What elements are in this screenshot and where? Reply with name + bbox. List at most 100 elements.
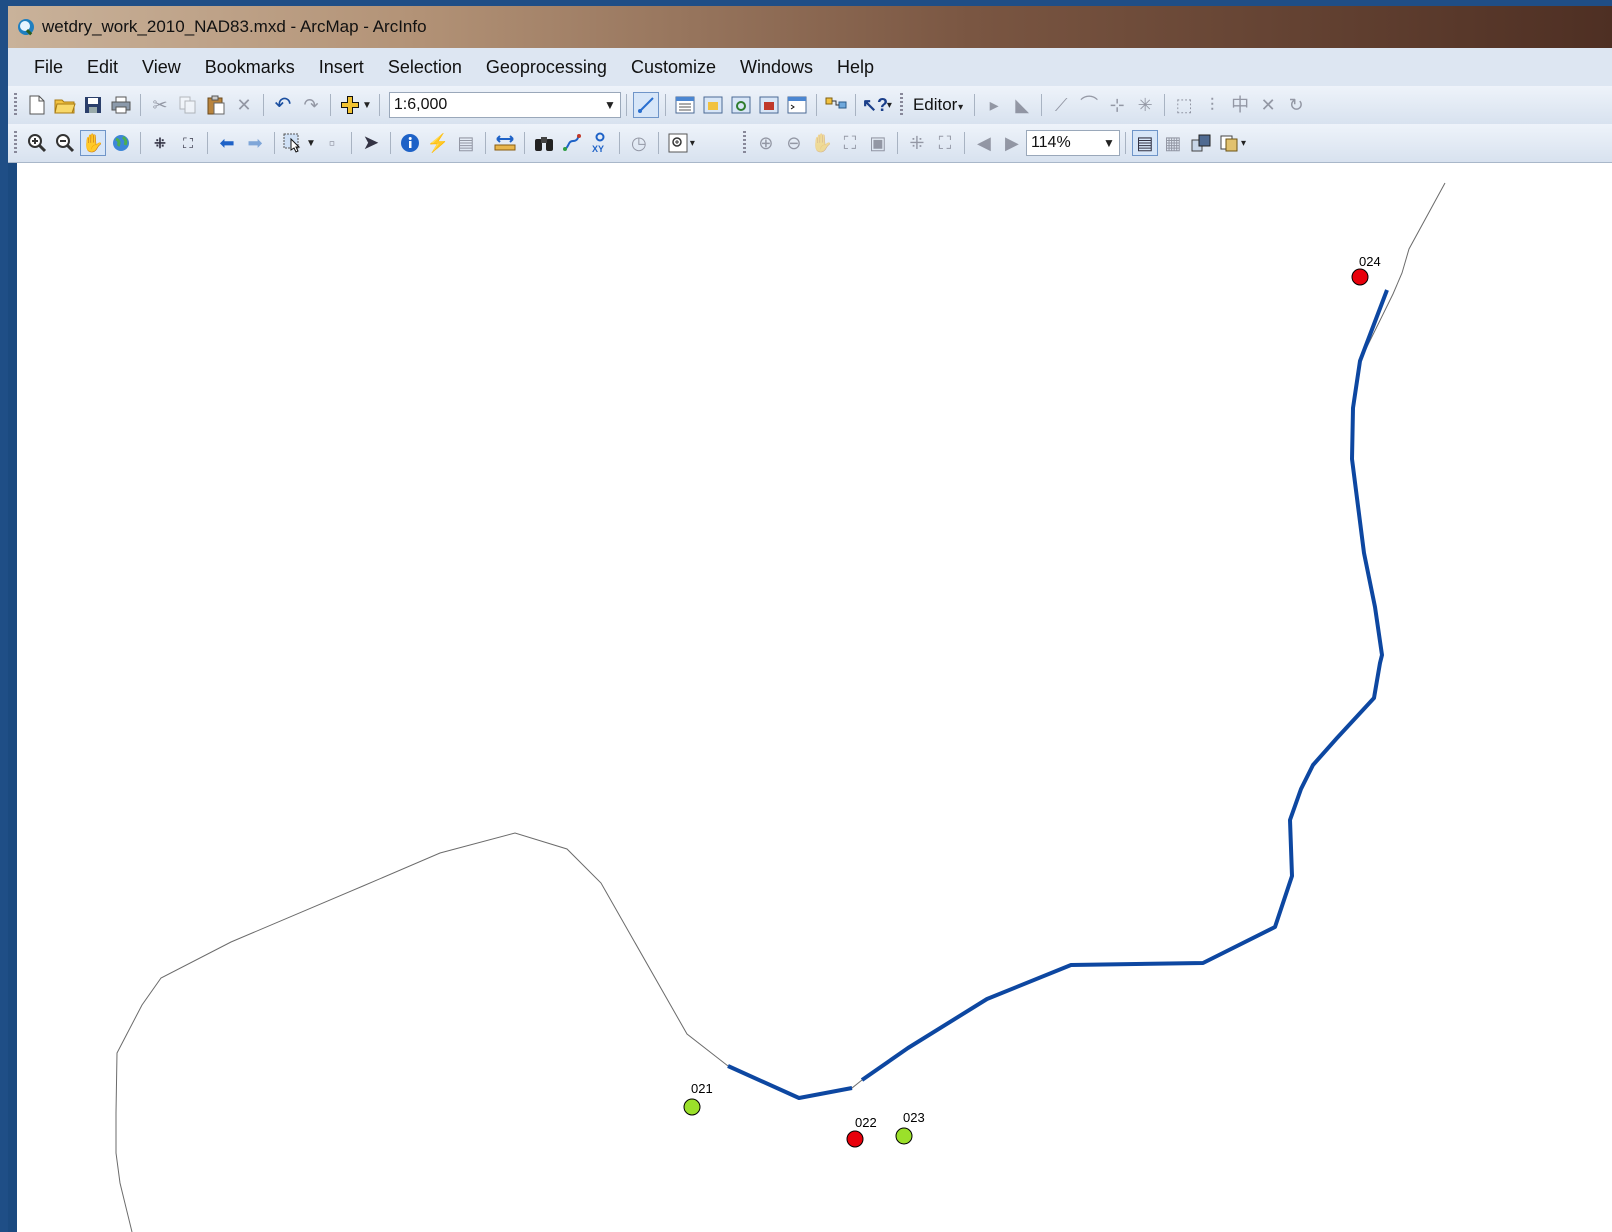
python-window-icon[interactable] xyxy=(784,92,810,118)
measure-icon[interactable] xyxy=(492,130,518,156)
cut-polygons-icon[interactable]: 中 xyxy=(1227,92,1253,118)
table-of-contents-icon[interactable] xyxy=(672,92,698,118)
layout-forward-extent-icon[interactable]: ▶ xyxy=(999,130,1025,156)
toggle-draft-mode-icon[interactable]: ▤ xyxy=(1131,130,1158,156)
map-svg: 024 021 022 023 xyxy=(115,182,1446,1232)
menu-edit[interactable]: Edit xyxy=(75,57,130,78)
editor-menu-button[interactable]: Editor ▾ xyxy=(909,95,969,115)
map-scale-combo[interactable]: 1:6,000 ▼ xyxy=(388,92,621,118)
toolbar-separator xyxy=(1164,94,1166,116)
focus-data-frame-icon[interactable]: ▦ xyxy=(1160,130,1186,156)
create-viewer-window-icon[interactable] xyxy=(665,130,691,156)
menu-help[interactable]: Help xyxy=(825,57,886,78)
sample-point-023[interactable]: 023 xyxy=(895,1110,925,1145)
rotate-icon[interactable]: ↻ xyxy=(1283,92,1309,118)
save-icon[interactable] xyxy=(80,92,106,118)
pan-hand-icon[interactable]: ✋ xyxy=(80,130,106,156)
hyperlink-icon[interactable]: ⚡ xyxy=(425,130,451,156)
menu-view[interactable]: View xyxy=(130,57,193,78)
menu-insert[interactable]: Insert xyxy=(307,57,376,78)
toolbar-options-icon[interactable]: ▾ xyxy=(690,138,695,149)
select-elements-icon[interactable]: ➤ xyxy=(358,130,384,156)
menu-bookmarks[interactable]: Bookmarks xyxy=(193,57,307,78)
sample-point-022[interactable]: 022 xyxy=(846,1115,877,1148)
layout-fixed-zoom-out-icon[interactable]: ⛶ xyxy=(932,130,958,156)
layout-pan-icon[interactable]: ✋ xyxy=(809,130,835,156)
toolbar-options-icon[interactable]: ▾ xyxy=(1241,138,1246,149)
menu-customize[interactable]: Customize xyxy=(619,57,728,78)
toolbar-grip[interactable] xyxy=(14,131,17,155)
model-builder-icon[interactable] xyxy=(823,92,849,118)
menu-geoprocessing[interactable]: Geoprocessing xyxy=(474,57,619,78)
layout-zoom-value: 114% xyxy=(1030,134,1071,151)
layout-zoom-in-icon[interactable]: ⊕ xyxy=(753,130,779,156)
sample-point-021[interactable]: 021 xyxy=(683,1081,713,1116)
select-features-dropdown-icon[interactable]: ▼ xyxy=(306,138,316,149)
binoculars-icon[interactable] xyxy=(531,130,557,156)
data-driven-pages-icon[interactable] xyxy=(1216,130,1242,156)
split-icon[interactable]: ✕ xyxy=(1255,92,1281,118)
paste-icon[interactable] xyxy=(203,92,229,118)
zoom-whole-page-icon[interactable]: ⛶ xyxy=(837,130,863,156)
zoom-in-icon[interactable] xyxy=(24,130,50,156)
undo-icon[interactable]: ↶ xyxy=(270,92,296,118)
find-route-icon[interactable] xyxy=(559,130,585,156)
reshape-icon[interactable]: ⫶ xyxy=(1199,92,1225,118)
point-icon[interactable]: ✳ xyxy=(1132,92,1158,118)
new-document-icon[interactable] xyxy=(24,92,50,118)
search-window-icon[interactable] xyxy=(728,92,754,118)
layout-fixed-zoom-in-icon[interactable]: ⁜ xyxy=(904,130,930,156)
print-icon[interactable] xyxy=(108,92,134,118)
identify-icon[interactable] xyxy=(397,130,423,156)
copy-icon[interactable] xyxy=(175,92,201,118)
change-layout-icon[interactable] xyxy=(1188,130,1214,156)
fixed-zoom-in-icon[interactable]: ⁜ xyxy=(147,130,173,156)
editor-menu-label: Editor xyxy=(912,95,958,114)
map-data-view[interactable]: 024 021 022 023 xyxy=(17,163,1612,1232)
point-label: 023 xyxy=(903,1110,925,1125)
toolbar-grip[interactable] xyxy=(14,93,17,117)
toolbar-separator xyxy=(896,132,898,154)
toolbar-separator xyxy=(140,94,141,116)
html-popup-icon[interactable]: ▤ xyxy=(453,130,479,156)
delete-icon[interactable]: ✕ xyxy=(231,92,257,118)
redo-icon[interactable]: ↷ xyxy=(298,92,324,118)
back-extent-icon[interactable]: ⬅ xyxy=(214,130,240,156)
go-to-xy-icon[interactable]: XY xyxy=(587,130,613,156)
layout-zoom-out-icon[interactable]: ⊖ xyxy=(781,130,807,156)
toolbar-grip[interactable] xyxy=(899,93,903,117)
toolbar-grip[interactable] xyxy=(742,131,746,155)
cut-icon[interactable]: ✂ xyxy=(147,92,173,118)
editor-toolbar-toggle-icon[interactable] xyxy=(632,92,659,118)
menu-file[interactable]: File xyxy=(22,57,75,78)
whats-this-help-icon[interactable]: ↖? xyxy=(862,92,888,118)
add-data-dropdown-icon[interactable]: ▼ xyxy=(362,100,372,111)
clear-selection-icon[interactable]: ▫ xyxy=(319,130,345,156)
straight-segment-icon[interactable]: ⟋ xyxy=(1048,92,1074,118)
chevron-down-icon[interactable]: ▼ xyxy=(1099,136,1119,150)
arctoolbox-icon[interactable] xyxy=(756,92,782,118)
point-label: 024 xyxy=(1359,254,1381,269)
open-folder-icon[interactable] xyxy=(52,92,78,118)
zoom-out-icon[interactable] xyxy=(52,130,78,156)
endpoint-arc-icon[interactable]: ⌒ xyxy=(1076,92,1102,118)
add-data-icon[interactable] xyxy=(337,92,363,118)
catalog-icon[interactable] xyxy=(700,92,726,118)
layout-zoom-combo[interactable]: 114% ▼ xyxy=(1025,130,1120,156)
time-slider-icon[interactable]: ◷ xyxy=(626,130,652,156)
zoom-100-percent-icon[interactable]: ▣ xyxy=(865,130,891,156)
menu-windows[interactable]: Windows xyxy=(728,57,825,78)
edit-tool-icon[interactable]: ▸ xyxy=(981,92,1007,118)
trace-icon[interactable]: ⊹ xyxy=(1104,92,1130,118)
select-features-icon[interactable] xyxy=(281,130,307,156)
layout-back-extent-icon[interactable]: ◀ xyxy=(971,130,997,156)
globe-icon[interactable] xyxy=(108,130,134,156)
chevron-down-icon[interactable]: ▼ xyxy=(600,98,620,112)
toolbar-options-icon[interactable]: ▾ xyxy=(887,100,892,111)
fixed-zoom-out-icon[interactable]: ⛶ xyxy=(175,130,201,156)
edit-vertices-icon[interactable]: ⬚ xyxy=(1171,92,1197,118)
edit-annotation-icon[interactable]: ◣ xyxy=(1009,92,1035,118)
menu-selection[interactable]: Selection xyxy=(376,57,474,78)
sample-point-024[interactable]: 024 xyxy=(1351,254,1381,286)
forward-extent-icon[interactable]: ➡ xyxy=(242,130,268,156)
